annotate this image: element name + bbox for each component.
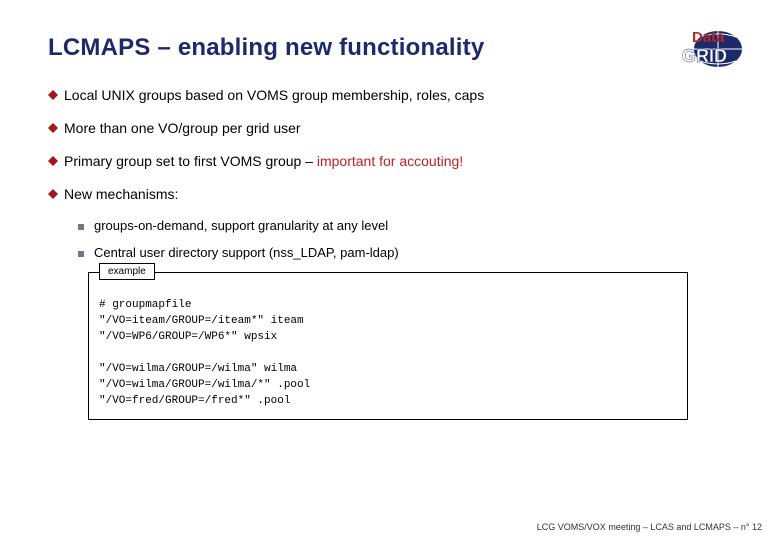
- sub-bullet-text: Central user directory support (nss_LDAP…: [94, 245, 399, 260]
- bullet-item: Local UNIX groups based on VOMS group me…: [48, 86, 744, 105]
- bullet-list: Local UNIX groups based on VOMS group me…: [48, 86, 744, 204]
- logo-text-data: Data: [692, 29, 725, 46]
- logo-text-grid: GRID: [682, 46, 727, 66]
- diamond-bullet-icon: [48, 90, 58, 100]
- code-line: "/VO=wilma/GROUP=/wilma/*" .pool: [99, 379, 677, 391]
- sub-bullet-text: groups-on-demand, support granularity at…: [94, 218, 388, 233]
- code-line: "/VO=wilma/GROUP=/wilma" wilma: [99, 363, 677, 375]
- bullet-emphasis: important for accouting!: [317, 153, 463, 169]
- sub-bullet-item: Central user directory support (nss_LDAP…: [78, 245, 744, 260]
- code-line: "/VO=iteam/GROUP=/iteam*" iteam: [99, 315, 677, 327]
- bullet-prefix: Primary group set to first VOMS group –: [64, 153, 317, 169]
- bullet-item: New mechanisms:: [48, 185, 744, 204]
- diamond-bullet-icon: [48, 123, 58, 133]
- example-box: example # groupmapfile "/VO=iteam/GROUP=…: [88, 272, 688, 420]
- bullet-text: New mechanisms:: [64, 185, 178, 204]
- example-label: example: [99, 263, 155, 280]
- code-blank-line: [99, 347, 677, 359]
- datagrid-logo: Data GRID: [656, 28, 744, 68]
- diamond-bullet-icon: [48, 156, 58, 166]
- diamond-bullet-icon: [48, 189, 58, 199]
- bullet-text: Local UNIX groups based on VOMS group me…: [64, 86, 484, 105]
- sub-bullet-item: groups-on-demand, support granularity at…: [78, 218, 744, 233]
- code-line: # groupmapfile: [99, 299, 677, 311]
- bullet-item: More than one VO/group per grid user: [48, 119, 744, 138]
- code-line: "/VO=fred/GROUP=/fred*" .pool: [99, 395, 677, 407]
- code-line: "/VO=WP6/GROUP=/WP6*" wpsix: [99, 331, 677, 343]
- page-title: LCMAPS – enabling new functionality: [48, 34, 484, 62]
- sub-bullet-list: groups-on-demand, support granularity at…: [48, 218, 744, 260]
- bullet-item: Primary group set to first VOMS group – …: [48, 152, 744, 171]
- slide-root: LCMAPS – enabling new functionality Data…: [0, 0, 780, 540]
- square-bullet-icon: [78, 224, 84, 230]
- header: LCMAPS – enabling new functionality Data…: [48, 28, 744, 68]
- bullet-text: Primary group set to first VOMS group – …: [64, 152, 463, 171]
- bullet-text: More than one VO/group per grid user: [64, 119, 301, 138]
- square-bullet-icon: [78, 251, 84, 257]
- footer-text: LCG VOMS/VOX meeting – LCAS and LCMAPS –…: [537, 522, 762, 532]
